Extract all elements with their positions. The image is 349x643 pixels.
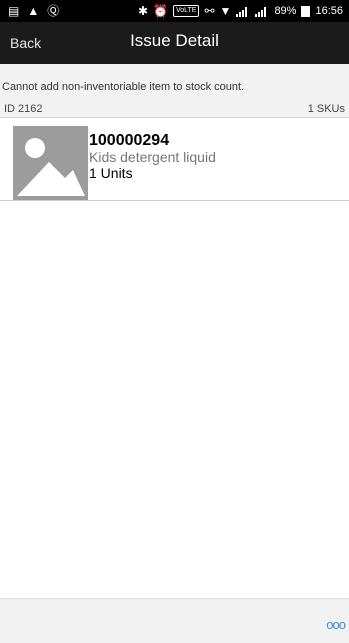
volte-icon: VoLTE xyxy=(172,5,200,17)
image-placeholder-icon xyxy=(13,126,88,200)
item-units: 1 Units xyxy=(89,165,133,181)
list-item[interactable]: 100000294 Kids detergent liquid 1 Units xyxy=(0,118,349,201)
summary-row: ID 2162 1 SKUs xyxy=(0,101,349,118)
signal-icon xyxy=(236,6,248,17)
error-message: Cannot add non-inventoriable item to sto… xyxy=(2,81,245,93)
bottom-bar: ooo xyxy=(0,598,349,643)
item-name: Kids detergent liquid xyxy=(89,149,216,165)
bluetooth-icon: ✱ xyxy=(137,4,149,18)
battery-percent: 89% xyxy=(274,5,297,17)
status-left-icons: ▤ ▲ Ⓠ xyxy=(8,4,59,18)
status-right-icons: ✱ ⏰ VoLTE ⚯ ▼ 89% 16:56 xyxy=(138,4,343,18)
clock: 16:56 xyxy=(315,5,343,17)
navigation-arrow-icon: ▲ xyxy=(27,4,40,18)
app-notification-icon: Ⓠ xyxy=(47,4,60,18)
alarm-icon: ⏰ xyxy=(153,4,168,18)
item-code: 100000294 xyxy=(89,132,170,149)
issue-id: ID 2162 xyxy=(4,103,43,115)
nav-bar: Back Issue Detail xyxy=(0,22,349,64)
message-notification-icon: ▤ xyxy=(8,4,20,18)
more-options-icon[interactable]: ooo xyxy=(326,617,346,632)
signal-icon-2 xyxy=(255,6,267,17)
sku-count: 1 SKUs xyxy=(307,103,345,115)
battery-icon xyxy=(301,5,311,17)
status-bar: ▤ ▲ Ⓠ ✱ ⏰ VoLTE ⚯ ▼ 89% 16:56 xyxy=(0,0,349,22)
page-title: Issue Detail xyxy=(130,31,219,50)
list-body xyxy=(0,201,349,598)
message-area: Cannot add non-inventoriable item to sto… xyxy=(0,64,349,102)
wifi-icon: ▼ xyxy=(219,4,232,18)
key-icon: ⚯ xyxy=(204,4,215,18)
